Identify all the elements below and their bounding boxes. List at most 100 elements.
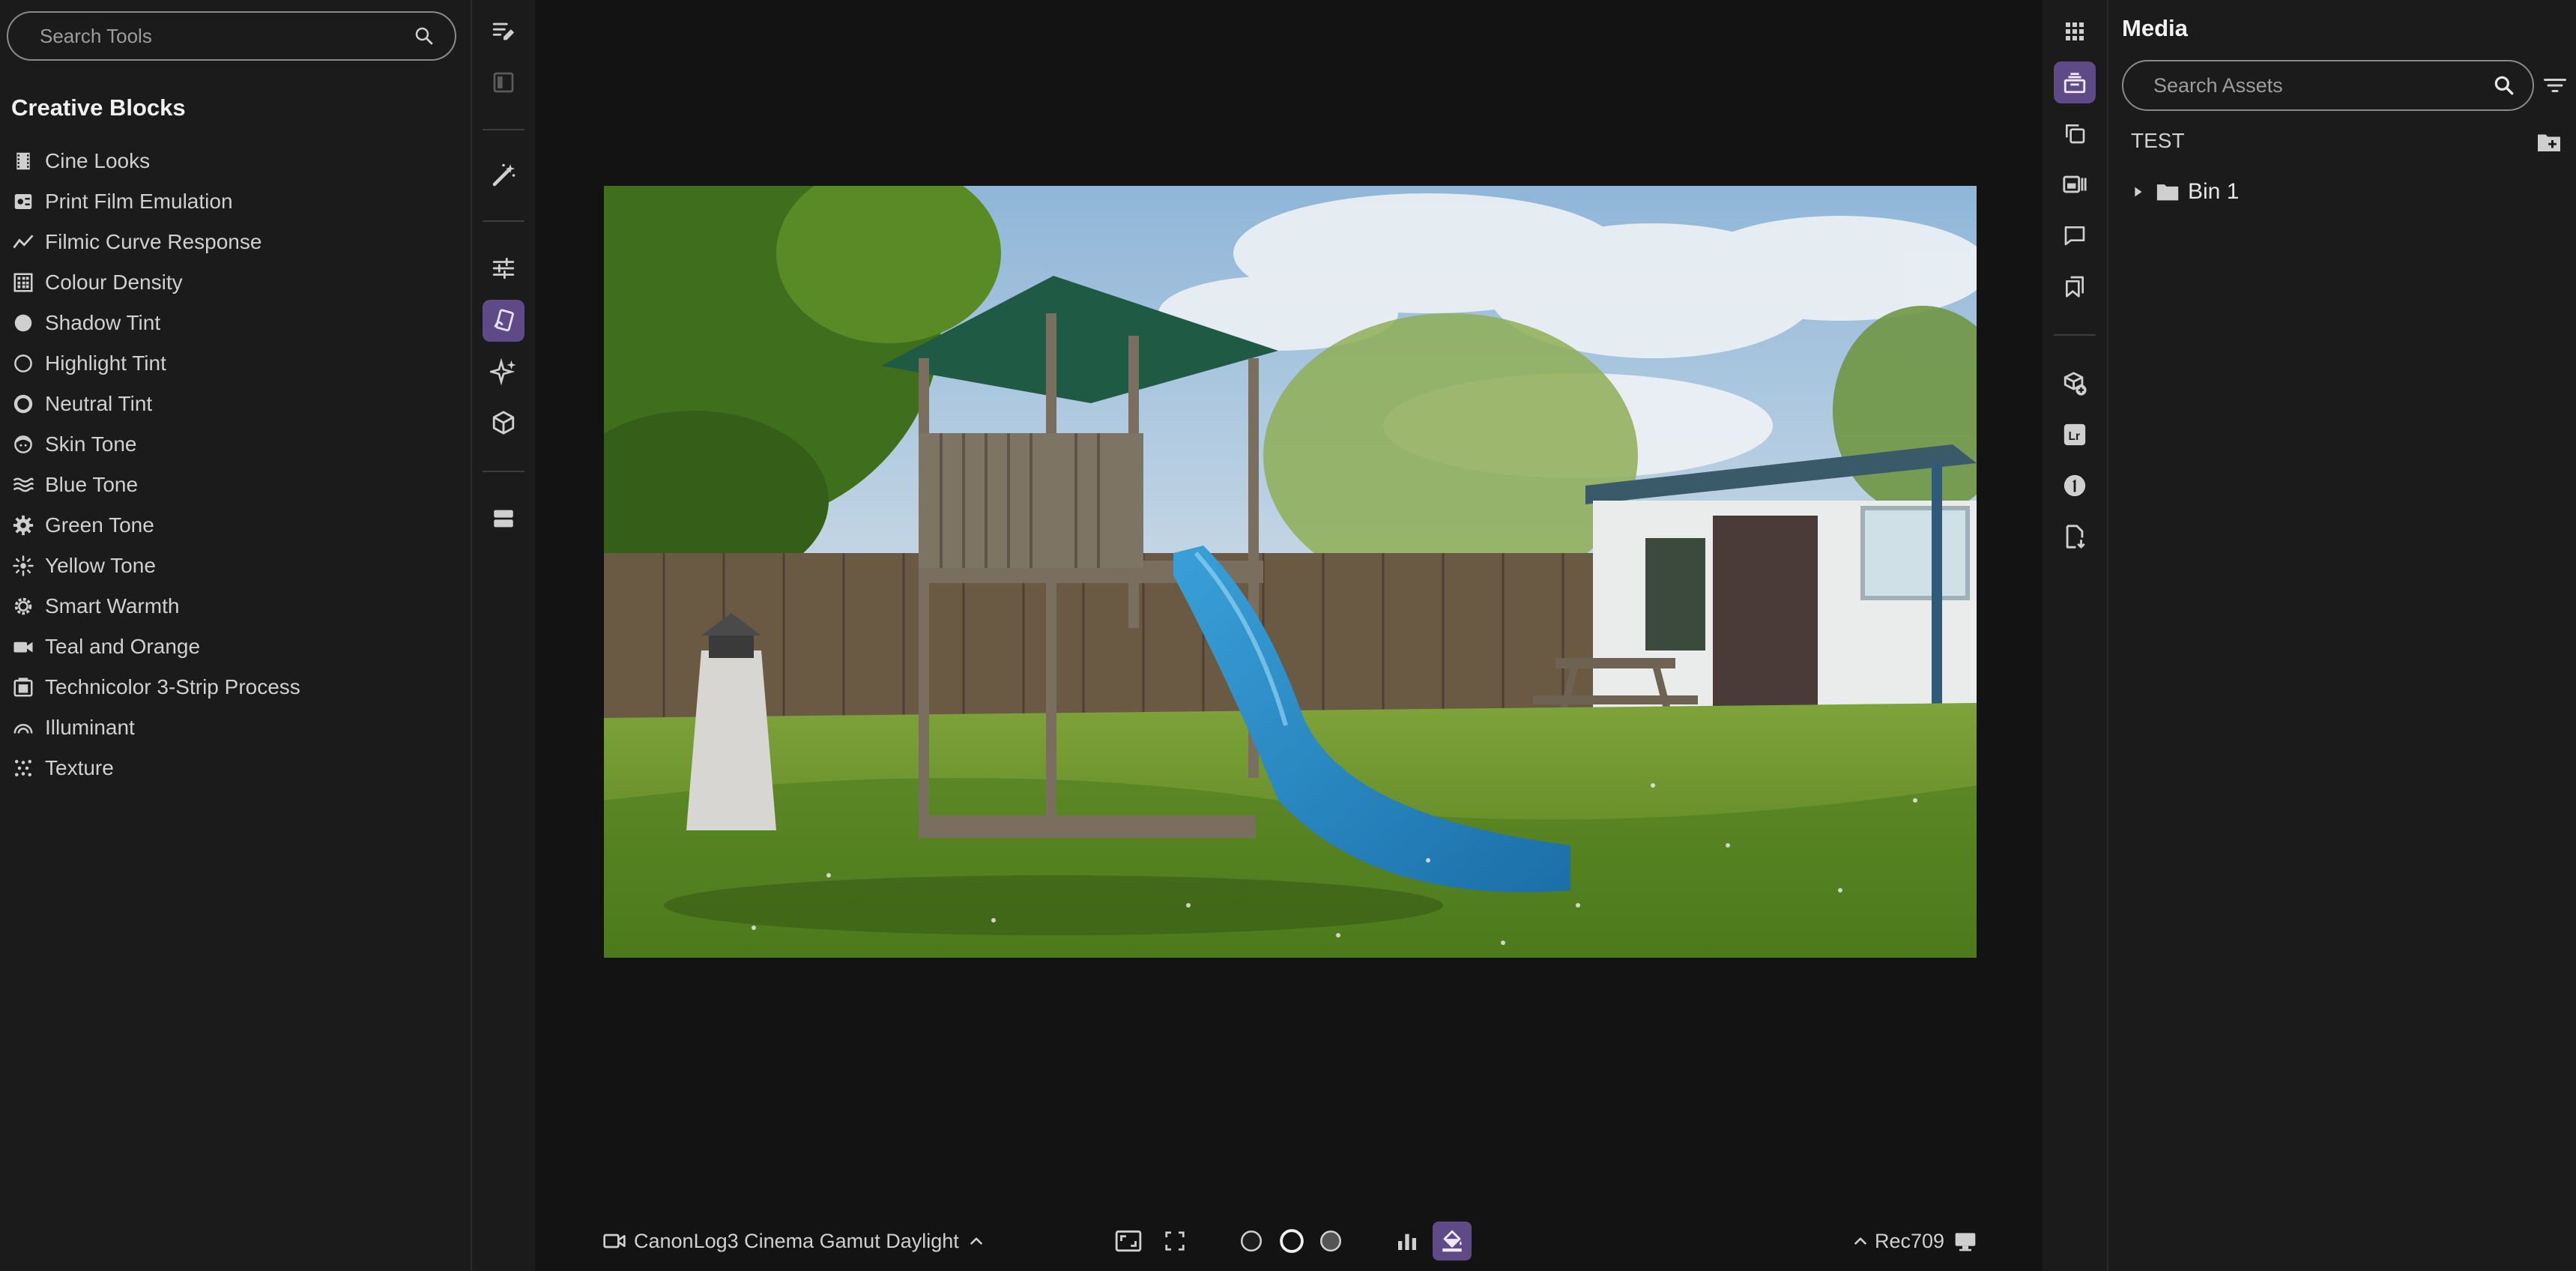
- texture-icon: [12, 757, 34, 779]
- toolbar-divider: [483, 471, 524, 472]
- compare-mode-b-button[interactable]: [1272, 1217, 1311, 1265]
- search-icon[interactable]: [2492, 73, 2516, 97]
- tool-item-illuminant[interactable]: Illuminant: [12, 707, 454, 748]
- empty-circle-icon: [12, 352, 34, 375]
- output-colorspace-selector[interactable]: Rec709: [1851, 1217, 1977, 1265]
- histogram-button[interactable]: [1388, 1217, 1427, 1265]
- edit-list-button[interactable]: [483, 10, 524, 52]
- tool-item-technicolor-3-strip-process[interactable]: Technicolor 3-Strip Process: [12, 667, 454, 707]
- asset-search-box[interactable]: [2122, 60, 2534, 111]
- svg-text:Lr: Lr: [2069, 430, 2081, 443]
- video-camera-icon: [602, 1229, 626, 1253]
- ring-circle-icon: [12, 393, 34, 415]
- gallery-button[interactable]: [2054, 163, 2096, 205]
- package-add-icon: [2062, 371, 2087, 396]
- tool-item-label: Technicolor 3-Strip Process: [45, 675, 300, 698]
- lightroom-button[interactable]: Lr: [2054, 414, 2096, 456]
- tool-item-label: Shadow Tint: [45, 311, 161, 334]
- tool-item-label: Cine Looks: [45, 149, 151, 172]
- creative-blocks-button[interactable]: [483, 300, 524, 342]
- tool-item-neutral-tint[interactable]: Neutral Tint: [12, 384, 454, 424]
- asset-search-input[interactable]: [2152, 73, 2492, 98]
- tool-item-highlight-tint[interactable]: Highlight Tint: [12, 343, 454, 384]
- layout-button[interactable]: [483, 498, 524, 540]
- gallery-icon: [2062, 172, 2087, 197]
- chevron-up-icon: [967, 1231, 986, 1251]
- copy-button[interactable]: [2054, 112, 2096, 154]
- file-export-icon: [2062, 524, 2087, 549]
- paint-bucket-button[interactable]: [1433, 1217, 1472, 1265]
- comment-icon: [2063, 223, 2087, 247]
- panel-toggle-button[interactable]: [483, 61, 524, 103]
- tool-item-label: Green Tone: [45, 513, 154, 537]
- input-colorspace-selector[interactable]: CanonLog3 Cinema Gamut Daylight: [602, 1217, 986, 1265]
- tool-item-print-film-emulation[interactable]: Print Film Emulation: [12, 181, 454, 222]
- toolbar-divider: [483, 220, 524, 222]
- strip-process-icon: [12, 676, 34, 698]
- fullscreen-icon: [1155, 1222, 1194, 1261]
- left-toolbar: [472, 0, 535, 1271]
- layout-icon: [491, 506, 516, 531]
- camera-icon: [12, 636, 34, 658]
- tool-search-input[interactable]: [38, 23, 413, 49]
- tool-item-skin-tone[interactable]: Skin Tone: [12, 424, 454, 465]
- compare-mode-a-button[interactable]: [1232, 1217, 1271, 1265]
- rainbow-icon: [12, 716, 34, 739]
- tool-item-yellow-tone[interactable]: Yellow Tone: [12, 546, 454, 586]
- tool-item-green-tone[interactable]: Green Tone: [12, 505, 454, 546]
- new-folder-button[interactable]: [2536, 129, 2563, 156]
- apps-grid-button[interactable]: [2054, 10, 2096, 52]
- tool-item-label: Texture: [45, 756, 114, 779]
- tool-item-smart-warmth[interactable]: Smart Warmth: [12, 586, 454, 627]
- fit-to-screen-button[interactable]: [1109, 1217, 1148, 1265]
- adjustments-button[interactable]: [483, 247, 524, 289]
- copy-icon: [2063, 121, 2087, 145]
- apps-grid-icon: [2063, 19, 2087, 43]
- tool-item-teal-and-orange[interactable]: Teal and Orange: [12, 627, 454, 667]
- tool-item-label: Yellow Tone: [45, 554, 156, 577]
- magic-wand-button[interactable]: [483, 154, 524, 196]
- preview-image[interactable]: [604, 186, 1977, 958]
- bookmarks-button[interactable]: [2054, 265, 2096, 307]
- tool-item-texture[interactable]: Texture: [12, 748, 454, 788]
- tool-item-cine-looks[interactable]: Cine Looks: [12, 141, 454, 181]
- tool-search-box[interactable]: [7, 11, 456, 61]
- edit-list-icon: [491, 19, 516, 44]
- fullscreen-button[interactable]: [1155, 1217, 1194, 1265]
- media-button[interactable]: [2054, 61, 2096, 103]
- add-package-button[interactable]: [2054, 363, 2096, 405]
- filter-button[interactable]: [2542, 72, 2569, 99]
- search-icon[interactable]: [413, 25, 435, 47]
- ai-sparkle-button[interactable]: [483, 351, 524, 393]
- tool-item-colour-density[interactable]: Colour Density: [12, 262, 454, 303]
- garden-playground-photo: [604, 186, 1977, 958]
- bin-item[interactable]: Bin 1: [2129, 175, 2239, 208]
- capture-one-icon: [2062, 473, 2087, 498]
- bar-chart-icon: [1388, 1222, 1427, 1261]
- folder-add-icon: [2536, 129, 2563, 156]
- tool-item-label: Skin Tone: [45, 432, 137, 456]
- density-grid-icon: [12, 271, 34, 294]
- right-toolbar: Lr: [2043, 0, 2108, 1271]
- media-archive-icon: [2062, 70, 2087, 95]
- film-roll-icon: [12, 190, 34, 213]
- tool-item-shadow-tint[interactable]: Shadow Tint: [12, 303, 454, 343]
- comments-button[interactable]: [2054, 214, 2096, 256]
- tool-item-blue-tone[interactable]: Blue Tone: [12, 465, 454, 505]
- tool-item-filmic-curve-response[interactable]: Filmic Curve Response: [12, 222, 454, 262]
- filter-icon: [2542, 72, 2569, 99]
- export-file-button[interactable]: [2054, 516, 2096, 558]
- tool-list: Cine Looks Print Film Emulation Filmic C…: [12, 141, 454, 788]
- viewer: CanonLog3 Cinema Gamut Daylight Rec709: [535, 0, 2043, 1271]
- chevron-right-icon[interactable]: [2129, 184, 2146, 200]
- output-colorspace-label: Rec709: [1875, 1229, 1945, 1252]
- tool-item-label: Filmic Curve Response: [45, 230, 262, 253]
- input-colorspace-label: CanonLog3 Cinema Gamut Daylight: [634, 1229, 959, 1252]
- viewer-controls-bar: CanonLog3 Cinema Gamut Daylight Rec709: [535, 1217, 2043, 1265]
- monitor-icon: [1953, 1229, 1977, 1253]
- lut-3d-button[interactable]: [483, 402, 524, 444]
- face-icon: [12, 433, 34, 456]
- capture-one-button[interactable]: [2054, 465, 2096, 507]
- compare-mode-c-button[interactable]: [1311, 1217, 1350, 1265]
- magic-wand-icon: [490, 162, 517, 189]
